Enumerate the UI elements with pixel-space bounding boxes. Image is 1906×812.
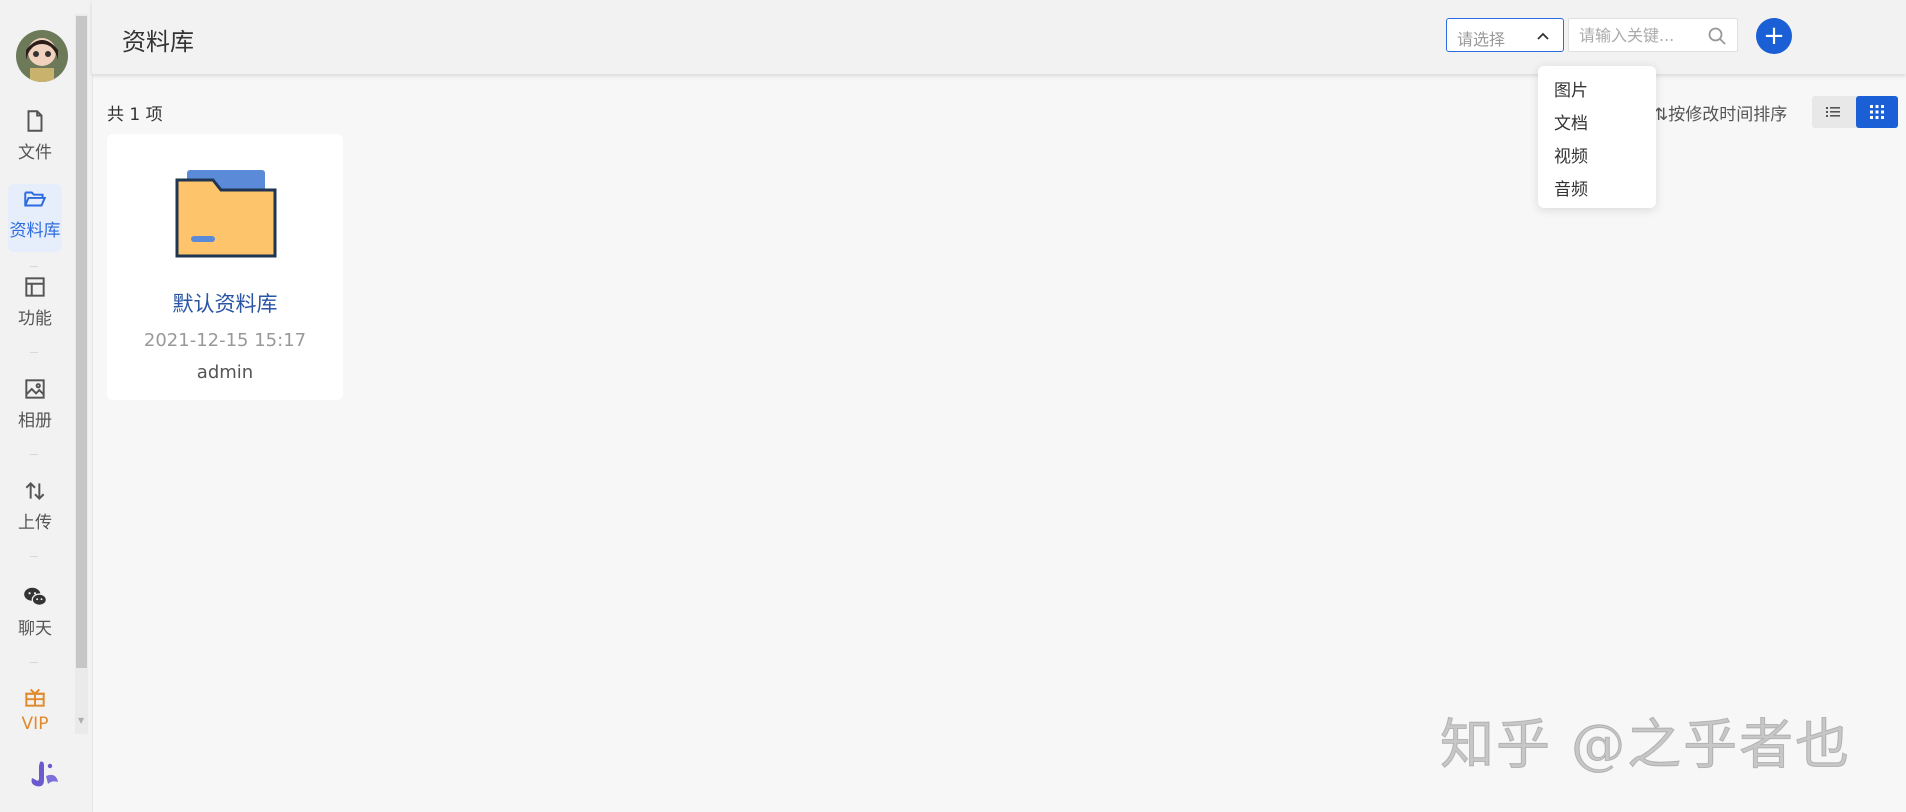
sidebar-item-functions[interactable]: 功能 — [0, 274, 70, 340]
sidebar-item-label: 相册 — [18, 411, 52, 431]
library-name[interactable]: 默认资料库 — [107, 288, 343, 318]
sidebar-item-vip[interactable]: VIP — [0, 684, 70, 732]
sidebar-item-label: 文件 — [18, 143, 52, 163]
sidebar-item-label: 上传 — [18, 513, 52, 533]
nav-divider — [30, 662, 38, 663]
page-title: 资料库 — [122, 28, 194, 56]
sidebar-item-files[interactable]: 文件 — [0, 108, 70, 174]
item-count: 共 1 项 — [107, 105, 163, 125]
user-avatar[interactable] — [16, 30, 68, 82]
nav-divider — [30, 556, 38, 557]
search-icon[interactable] — [1707, 26, 1727, 46]
list-view-button[interactable] — [1812, 96, 1854, 128]
chevron-up-icon — [1537, 32, 1549, 40]
sidebar-item-label: VIP — [21, 714, 49, 732]
library-owner: admin — [196, 362, 254, 383]
dropdown-option-images[interactable]: 图片 — [1554, 76, 1588, 101]
dropdown-option-videos[interactable]: 视频 — [1554, 142, 1588, 167]
library-modified-date: 2021-12-15 15:17 — [143, 330, 307, 351]
dropdown-option-audio[interactable]: 音频 — [1554, 175, 1588, 200]
transfer-icon — [25, 482, 45, 500]
sidebar-item-upload[interactable]: 上传 — [0, 478, 70, 544]
sidebar-item-album[interactable]: 相册 — [0, 376, 70, 442]
sidebar-item-label: 聊天 — [18, 619, 52, 639]
type-select[interactable]: 请选择 — [1446, 18, 1564, 52]
image-icon — [25, 379, 45, 399]
file-icon — [27, 110, 43, 132]
sidebar-item-label: 资料库 — [9, 221, 61, 241]
nav-divider — [30, 352, 38, 353]
search-input[interactable] — [1577, 25, 1701, 46]
type-select-placeholder: 请选择 — [1457, 30, 1506, 49]
sort-by-modified-button[interactable]: ⇅按修改时间排序 — [1654, 100, 1787, 125]
add-library-button[interactable]: + — [1756, 18, 1792, 54]
folder-icon — [175, 170, 277, 258]
grid-icon — [1870, 105, 1884, 119]
search-box[interactable] — [1568, 18, 1738, 52]
dropdown-option-documents[interactable]: 文档 — [1554, 109, 1588, 134]
list-icon — [1826, 107, 1840, 117]
view-toggle — [1812, 96, 1898, 128]
wechat-icon — [24, 587, 48, 606]
watermark: 知乎 @之乎者也 — [1439, 713, 1852, 777]
app-logo-icon[interactable] — [26, 758, 62, 794]
type-dropdown-menu: 图片 文档 视频 音频 — [1538, 66, 1656, 208]
gift-icon — [25, 688, 45, 707]
grid-view-button[interactable] — [1856, 96, 1898, 128]
nav-divider — [30, 266, 38, 267]
layout-icon — [25, 277, 45, 297]
folder-open-icon — [24, 191, 47, 207]
sidebar-item-chat[interactable]: 聊天 — [0, 584, 70, 650]
sidebar-item-label: 功能 — [18, 309, 52, 329]
nav-divider — [30, 454, 38, 455]
scroll-down-arrow-icon[interactable]: ▼ — [78, 716, 84, 725]
sidebar-item-libraries[interactable]: 资料库 — [0, 184, 70, 252]
sidebar-scrollbar-thumb[interactable] — [76, 16, 87, 668]
sidebar: ▼ 文件 资料库 功能 相册 上传 聊天 VIP — [0, 0, 93, 812]
library-card[interactable]: 默认资料库 2021-12-15 15:17 admin — [107, 134, 343, 400]
